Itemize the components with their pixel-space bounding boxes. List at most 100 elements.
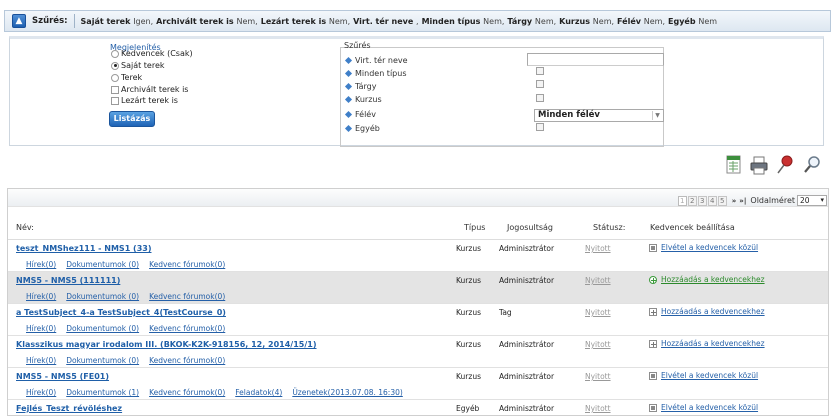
filter-summary-item-value: Nem,	[643, 16, 666, 26]
space-sublink[interactable]: Hírek(0)	[26, 324, 56, 333]
filter-summary-title: Szűrés:	[32, 16, 68, 26]
bullet-icon	[344, 110, 353, 119]
space-sublink[interactable]: Kedvenc fórumok(0)	[149, 356, 225, 365]
space-sublink[interactable]: Dokumentumok (1)	[66, 388, 139, 397]
row-status-link[interactable]: Nyitott	[585, 404, 611, 413]
next-page-button[interactable]: »	[732, 197, 737, 205]
space-sublink[interactable]: Dokumentumok (0)	[66, 292, 139, 301]
row-type: Kurzus	[456, 244, 481, 253]
space-sublink[interactable]: Dokumentumok (0)	[66, 324, 139, 333]
print-icon[interactable]	[750, 155, 768, 177]
filter-summary-item-label: Egyéb	[668, 16, 699, 26]
page-button-4[interactable]: 4	[707, 195, 717, 206]
favorite-toggle-link[interactable]: Elvétel a kedvencek közül	[649, 403, 758, 412]
display-option-checkbox[interactable]	[111, 96, 119, 105]
space-name-link[interactable]: Fejlés_Teszt_révöléshez	[16, 404, 122, 413]
display-option-radio[interactable]	[111, 73, 119, 82]
filter-control-0[interactable]	[527, 53, 664, 66]
table-row: a TestSubject_4-a TestSubject_4(TestCour…	[8, 304, 828, 336]
bullet-icon	[344, 124, 353, 133]
page-button-3[interactable]: 3	[697, 195, 707, 206]
row-status-link[interactable]: Nyitott	[585, 340, 611, 349]
space-sublink[interactable]: Kedvenc fórumok(0)	[149, 324, 225, 333]
row-status-link[interactable]: Nyitott	[585, 276, 611, 285]
row-status-link[interactable]: Nyitott	[585, 244, 611, 253]
pin-icon[interactable]	[776, 155, 793, 177]
filter-control-2[interactable]	[536, 80, 544, 88]
filter-control-3[interactable]	[536, 94, 544, 102]
space-name-input[interactable]	[527, 53, 664, 66]
page-size-label: Oldalméret	[750, 196, 795, 205]
filter-row-2: Tárgy	[344, 82, 377, 91]
row-type: Kurzus	[456, 276, 481, 285]
chevron-up-icon: ▲	[15, 16, 23, 26]
space-sublink[interactable]: Feladatok(4)	[235, 388, 282, 397]
filter-summary-item-label: Minden típus	[421, 16, 484, 26]
space-name-link[interactable]: NMS5 - NMS5 (111111)	[16, 276, 120, 285]
filter-label: Tárgy	[355, 82, 377, 91]
space-sublink[interactable]: Kedvenc fórumok(0)	[149, 292, 225, 301]
page-button-2[interactable]: 2	[687, 195, 697, 206]
row-permission: Adminisztrátor	[499, 276, 555, 285]
space-sublink[interactable]: Hírek(0)	[26, 388, 56, 397]
collapse-filter-button[interactable]: ▲	[12, 14, 26, 28]
filter-summary-item-label: Tárgy	[507, 16, 535, 26]
filter-label: Virt. tér neve	[355, 56, 408, 65]
row-status-link[interactable]: Nyitott	[585, 308, 611, 317]
display-option-4[interactable]: Lezárt terek is	[111, 96, 178, 105]
list-button[interactable]: Listázás	[109, 111, 155, 127]
space-sublink[interactable]: Kedvenc fórumok(0)	[149, 388, 225, 397]
display-option-label: Saját terek	[121, 61, 165, 70]
bullet-icon	[344, 95, 353, 104]
filter-checkbox[interactable]	[536, 80, 544, 88]
row-status-link[interactable]: Nyitott	[585, 372, 611, 381]
space-sublink[interactable]: Hírek(0)	[26, 260, 56, 269]
page-button-1[interactable]: 1	[677, 195, 687, 206]
table-row: Klasszikus magyar irodalom III. (BKOK-K2…	[8, 336, 828, 368]
filter-checkbox[interactable]	[536, 94, 544, 102]
favorite-toggle-link[interactable]: Hozzáadás a kedvencekhez	[649, 275, 765, 284]
filter-control-4[interactable]: Minden félév ▼	[534, 109, 664, 122]
space-name-link[interactable]: NMS5 - NMS5 (FE01)	[16, 372, 109, 381]
space-sublink[interactable]: Kedvenc fórumok(0)	[149, 260, 225, 269]
display-option-checkbox[interactable]	[111, 85, 119, 94]
table-row: Fejlés_Teszt_révöléshez Egyéb Adminisztrát…	[8, 400, 828, 416]
filter-control-5[interactable]	[536, 123, 544, 131]
add-favorite-icon	[649, 275, 657, 284]
space-name-link[interactable]: Klasszikus magyar irodalom III. (BKOK-K2…	[16, 340, 317, 349]
semester-select[interactable]: Minden félév ▼	[534, 109, 664, 122]
display-option-radio[interactable]	[111, 61, 119, 70]
space-name-link[interactable]: teszt_NMShez111 - NMS1 (33)	[16, 244, 152, 253]
display-option-3[interactable]: Archivált terek is	[111, 85, 188, 94]
space-sublink[interactable]: Dokumentumok (0)	[66, 260, 139, 269]
excel-export-icon[interactable]	[726, 155, 742, 177]
display-option-0[interactable]: Kedvencek (Csak)	[111, 49, 193, 58]
space-sublink[interactable]: Dokumentumok (0)	[66, 356, 139, 365]
filter-checkbox[interactable]	[536, 67, 544, 75]
filter-checkbox[interactable]	[536, 123, 544, 131]
favorite-toggle-link[interactable]: Elvétel a kedvencek közül	[649, 243, 758, 252]
space-sublink[interactable]: Hírek(0)	[26, 356, 56, 365]
filter-summary-item-label: Virt. tér neve	[353, 16, 417, 26]
display-option-radio[interactable]	[111, 49, 119, 58]
space-name-link[interactable]: a TestSubject_4-a TestSubject_4(TestCour…	[16, 308, 226, 317]
search-icon[interactable]	[803, 155, 820, 177]
display-option-2[interactable]: Terek	[111, 73, 142, 82]
last-page-button[interactable]: »|	[739, 197, 746, 205]
space-links: Hírek(0) Dokumentumok (0) Kedvenc fórumok(…	[26, 292, 235, 301]
favorite-toggle-link[interactable]: Hozzáadás a kedvencekhez	[649, 339, 765, 348]
page-button-5[interactable]: 5	[717, 195, 727, 206]
filter-control-1[interactable]	[536, 67, 544, 75]
filter-summary-item: Archivált terek is Nem,	[156, 17, 258, 26]
page-size-select[interactable]: 20	[797, 195, 827, 206]
favorite-toggle-link[interactable]: Hozzáadás a kedvencekhez	[649, 307, 765, 316]
space-sublink[interactable]: Hírek(0)	[26, 292, 56, 301]
filter-summary-item: Minden típus Nem,	[422, 17, 505, 26]
favorite-toggle-label: Elvétel a kedvencek közül	[661, 371, 759, 380]
filter-panel: Megjelenítés Kedvencek (Csak) Saját terek…	[9, 36, 824, 147]
filter-summary-item: Lezárt terek is Nem,	[261, 17, 350, 26]
bullet-icon	[344, 69, 353, 78]
favorite-toggle-link[interactable]: Elvétel a kedvencek közül	[649, 371, 758, 380]
display-option-1[interactable]: Saját terek	[111, 61, 165, 70]
space-sublink[interactable]: Üzenetek(2013.07.08. 16:30)	[292, 388, 402, 397]
